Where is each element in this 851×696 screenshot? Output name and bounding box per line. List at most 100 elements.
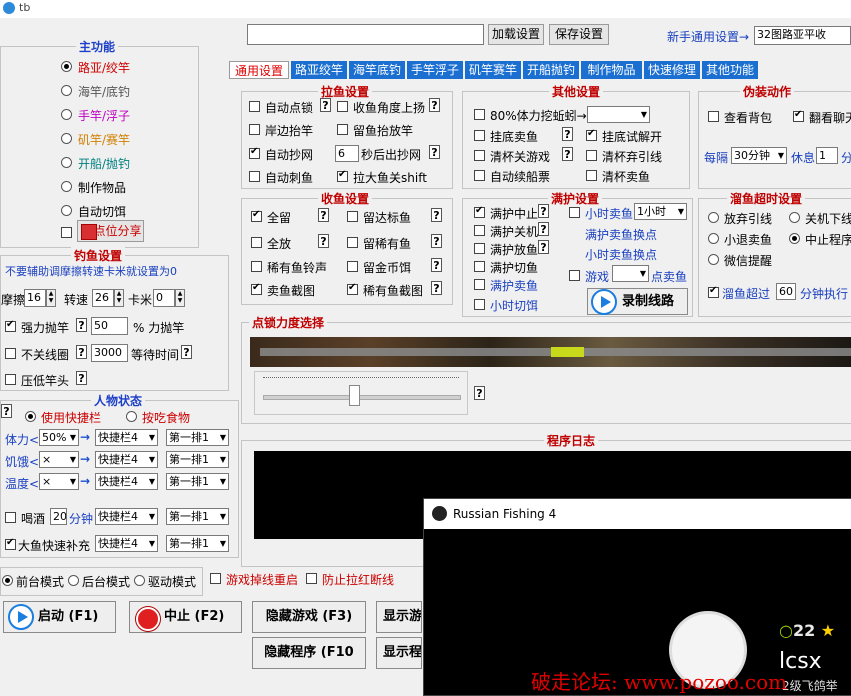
keep-rare-checkbox[interactable] [347,237,358,248]
big-fish-row-select[interactable]: 第一排1 [166,535,229,552]
start-button[interactable]: 启动 (F1) [3,601,116,633]
stop-button[interactable]: 中止 (F2) [129,601,242,633]
angle-up-help[interactable]: ? [429,98,440,112]
restart-checkbox[interactable] [210,573,221,584]
record-route-button[interactable]: 录制线路 [587,288,688,315]
temperature-row-select[interactable]: 第一排1 [166,473,229,490]
keep-target-help[interactable]: ? [431,208,442,222]
rare-lift-checkbox[interactable] [337,124,348,135]
shore-lift-checkbox[interactable] [249,124,260,135]
keep-all-help[interactable]: ? [318,208,329,222]
drop-line-radio[interactable] [708,212,719,223]
drink-checkbox[interactable] [5,512,16,523]
full-release-help[interactable]: ? [538,240,549,254]
big-fish-checkbox[interactable] [5,537,16,550]
back-mode-radio[interactable] [68,575,79,586]
press-rod-checkbox[interactable] [5,374,16,385]
timeout-shutdown-radio[interactable] [789,212,800,223]
stamina-dig-select[interactable] [587,106,650,123]
load-settings-button[interactable]: 加载设置 [488,24,544,45]
pull-shift-checkbox[interactable] [337,169,348,182]
share-checkbox[interactable] [61,227,72,238]
drink-bar-select[interactable]: 快捷栏4 [95,508,158,525]
keep-gold-help[interactable]: ? [431,258,442,272]
keep-target-checkbox[interactable] [347,211,358,222]
full-cut-checkbox[interactable] [474,261,485,272]
sell-shot-checkbox[interactable] [251,282,262,295]
auto-net-checkbox[interactable] [249,146,260,159]
press-rod-help[interactable]: ? [76,371,87,385]
save-settings-button[interactable]: 保存设置 [549,24,609,45]
full-sell-checkbox[interactable] [474,279,485,290]
game-spot-checkbox[interactable] [569,270,580,281]
hunger-row-select[interactable]: 第一排1 [166,451,229,468]
check-bag-checkbox[interactable] [708,111,719,122]
use-bar-radio[interactable] [25,411,36,422]
tab-match[interactable]: 矶竿赛竿 [465,61,521,79]
wait-time-help[interactable]: ? [181,345,192,359]
kami-spinner[interactable]: ▲ ▼ [175,289,185,307]
full-release-checkbox[interactable] [474,243,485,254]
hunger-bar-select[interactable]: 快捷栏4 [95,451,158,468]
tab-float[interactable]: 手竿浮子 [407,61,463,79]
release-all-help[interactable]: ? [318,234,329,248]
strength-slider[interactable] [254,371,468,415]
prevent-break-checkbox[interactable] [306,573,317,584]
tab-general[interactable]: 通用设置 [229,61,289,79]
full-stop-help[interactable]: ? [538,204,549,218]
sell-fish-help[interactable]: ? [562,127,573,141]
eat-food-radio[interactable] [126,411,137,422]
wait-time-input[interactable]: 3000 [91,344,128,362]
tab-sea[interactable]: 海竿底钓 [349,61,405,79]
every-interval-select[interactable]: 30分钟 [731,147,787,164]
keep-all-checkbox[interactable] [251,209,262,222]
front-mode-radio[interactable] [2,575,13,586]
hide-program-button[interactable]: 隐藏程序 (F10 [252,637,366,669]
kami-input[interactable]: 0 [153,289,175,307]
auto-renew-checkbox[interactable] [474,170,485,181]
friction-input[interactable]: 16 [24,289,46,307]
stamina-dig-checkbox[interactable] [474,109,485,120]
character-help[interactable]: ? [1,404,12,418]
hour-sell-checkbox[interactable] [569,207,580,218]
unhook-checkbox[interactable] [586,128,597,141]
speed-spinner[interactable]: ▲ ▼ [114,289,124,307]
config-name-input[interactable] [247,24,484,45]
net-help[interactable]: ? [429,145,440,159]
rare-shot-help[interactable]: ? [431,281,442,295]
release-all-checkbox[interactable] [251,237,262,248]
temperature-threshold-select[interactable]: × [39,473,79,490]
sell-fish-checkbox[interactable] [474,130,485,141]
auto-hook-checkbox[interactable] [249,101,260,112]
speed-input[interactable]: 26 [92,289,114,307]
clean-lure-help[interactable]: ? [562,147,573,161]
force-cast-checkbox[interactable] [5,319,16,332]
auto-stab-checkbox[interactable] [249,171,260,182]
stamina-bar-select[interactable]: 快捷栏4 [95,429,158,446]
stamina-row-select[interactable]: 第一排1 [166,429,229,446]
share-spot-button[interactable]: 点位分享 [77,220,144,242]
small-sell-radio[interactable] [708,233,719,244]
net-seconds-input[interactable]: 6 [335,145,359,162]
slider-thumb[interactable] [349,385,361,406]
temperature-bar-select[interactable]: 快捷栏4 [95,473,158,490]
no-wheel-help[interactable]: ? [76,345,87,359]
clean-lure-checkbox[interactable] [474,150,485,161]
no-wheel-checkbox[interactable] [5,348,16,359]
keep-gold-checkbox[interactable] [347,261,358,272]
rare-bell-checkbox[interactable] [251,261,262,272]
stop-program-radio[interactable] [789,233,800,244]
auto-hook-help[interactable]: ? [320,98,331,112]
stamina-threshold-select[interactable]: 50% [39,429,79,446]
drink-row-select[interactable]: 第一排1 [166,508,229,525]
tab-other[interactable]: 其他功能 [702,61,758,79]
hunger-threshold-select[interactable]: × [39,451,79,468]
full-shutdown-help[interactable]: ? [538,222,549,236]
radio-boat[interactable] [61,157,72,168]
big-fish-bar-select[interactable]: 快捷栏4 [95,535,158,552]
hide-game-button[interactable]: 隐藏游戏 (F3) [252,601,366,633]
rare-shot-checkbox[interactable] [347,282,358,295]
force-cast-input[interactable]: 50 [91,317,128,335]
flip-chat-checkbox[interactable] [793,109,804,122]
radio-float[interactable] [61,109,72,120]
